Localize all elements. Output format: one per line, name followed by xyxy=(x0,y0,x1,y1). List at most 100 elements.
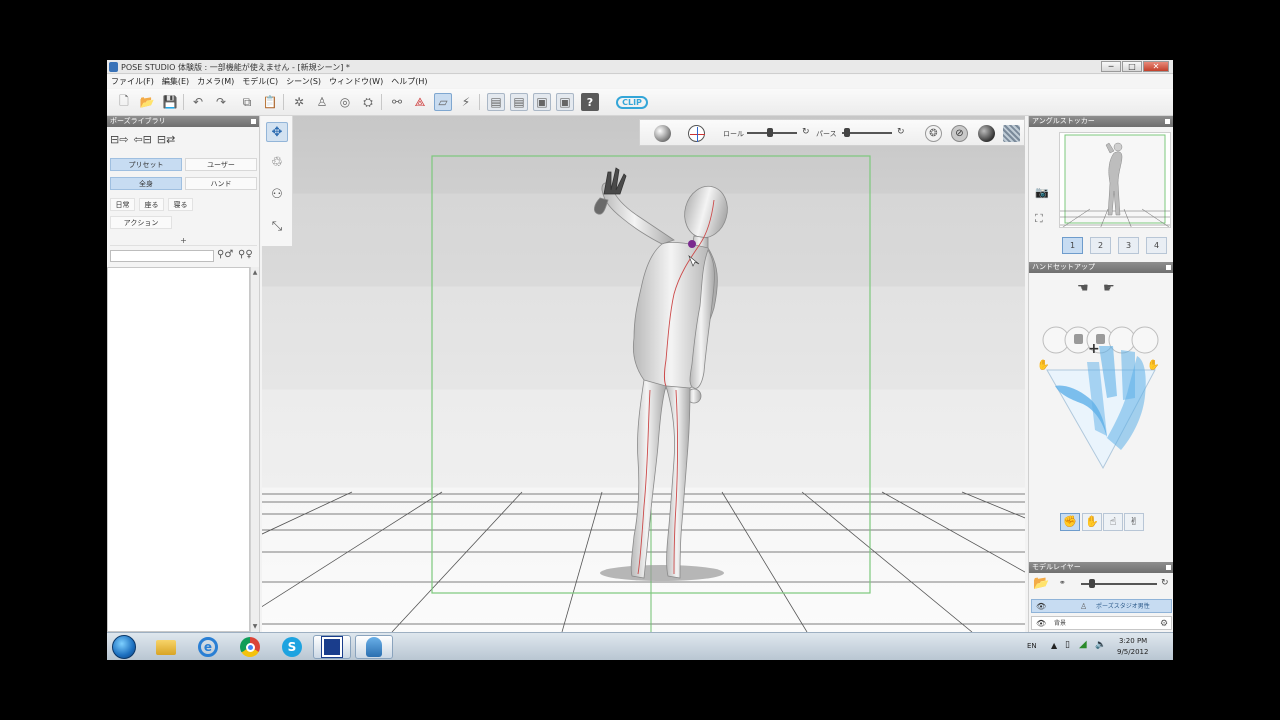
layer-row[interactable]: 👁 ♙ ポーズスタジオ男性 xyxy=(1031,599,1172,613)
layer-row[interactable]: 👁 背景 ⚙ xyxy=(1031,616,1172,630)
add-category-button[interactable]: + xyxy=(110,236,257,246)
tray-volume-icon[interactable]: 🔈 xyxy=(1095,640,1106,650)
scope-hand[interactable]: ハンド xyxy=(185,177,257,190)
copy-icon[interactable]: ⧉ xyxy=(238,93,256,111)
hand-preset-open-icon[interactable]: ✋ xyxy=(1082,513,1102,531)
link-icon[interactable]: ⚯ xyxy=(388,93,406,111)
register-pose-icon[interactable]: ⇦⊟ xyxy=(133,133,151,151)
hand-preset-fist-icon[interactable]: ✊ xyxy=(1060,513,1080,531)
pose-list[interactable] xyxy=(107,267,250,632)
tray-network-icon[interactable]: ◢ xyxy=(1079,639,1087,650)
rotate-figure-icon[interactable]: ♲ xyxy=(266,152,288,172)
panel-list-icon[interactable]: ▤ xyxy=(510,93,528,111)
tab-preset[interactable]: プリセット xyxy=(110,158,182,171)
pose-studio-task-icon[interactable] xyxy=(313,635,351,659)
angle-slot-1[interactable]: 1 xyxy=(1062,237,1083,254)
perspective-slider-knob[interactable] xyxy=(844,128,850,137)
tray-device-icon[interactable]: ▯ xyxy=(1065,640,1070,650)
input-language[interactable]: EN xyxy=(1027,642,1037,650)
close-button[interactable]: ✕ xyxy=(1143,61,1169,72)
right-hand-icon[interactable]: ☛ xyxy=(1103,281,1115,296)
shading-sphere-icon[interactable] xyxy=(654,125,671,142)
open-folder-icon[interactable]: 📂 xyxy=(138,93,156,111)
category-sit[interactable]: 座る xyxy=(139,198,164,211)
roll-slider-knob[interactable] xyxy=(766,128,773,137)
panel-pin-icon[interactable] xyxy=(1166,565,1171,570)
delete-pose-icon[interactable]: ⊟⇄ xyxy=(157,133,175,151)
tray-expand-icon[interactable]: ▲ xyxy=(1051,641,1057,650)
help-button[interactable]: ? xyxy=(581,93,599,111)
pose-search-input[interactable] xyxy=(110,250,214,262)
visibility-eye-icon[interactable]: 👁 xyxy=(1036,600,1046,614)
skype-icon[interactable]: S xyxy=(273,635,311,659)
scene-render[interactable] xyxy=(262,116,1025,632)
solid-sphere-icon[interactable] xyxy=(978,125,995,142)
file-explorer-icon[interactable] xyxy=(147,635,185,659)
start-button[interactable] xyxy=(112,635,136,659)
angle-slot-4[interactable]: 4 xyxy=(1146,237,1167,254)
move-tool-icon[interactable]: ✥ xyxy=(266,122,288,142)
wireframe-sphere-icon[interactable]: ⊘ xyxy=(951,125,968,142)
panel-export-icon[interactable]: ▣ xyxy=(556,93,574,111)
perspective-reset-icon[interactable]: ↻ xyxy=(897,127,905,137)
hand-preset-relax-icon[interactable]: ✌ xyxy=(1124,513,1144,531)
pan-tool-icon[interactable]: ⤡ xyxy=(266,216,288,236)
joint-reset-icon[interactable]: ✲ xyxy=(290,93,308,111)
layer-settings-icon[interactable]: ⚙ xyxy=(1160,617,1168,631)
panel-pin-icon[interactable] xyxy=(251,119,256,124)
minimize-button[interactable]: ─ xyxy=(1101,61,1121,72)
category-lie[interactable]: 寝る xyxy=(168,198,193,211)
menu-file[interactable]: ファイル(F) xyxy=(111,75,154,88)
save-icon[interactable]: 💾 xyxy=(161,93,179,111)
filter-female-icon[interactable]: ⚲♀ xyxy=(238,249,253,260)
left-hand-icon[interactable]: ☚ xyxy=(1077,281,1089,296)
menu-edit[interactable]: 編集(E) xyxy=(162,75,189,88)
category-daily[interactable]: 日常 xyxy=(110,198,135,211)
add-model-folder-icon[interactable]: 📂 xyxy=(1033,576,1049,591)
hand-preset-point-icon[interactable]: ☝ xyxy=(1103,513,1123,531)
visibility-eye-icon[interactable]: 👁 xyxy=(1036,617,1046,631)
panel-pin-icon[interactable] xyxy=(1166,265,1171,270)
apply-pose-icon[interactable]: ⊟⇨ xyxy=(110,133,128,151)
floor-view-icon[interactable]: ▱ xyxy=(434,93,452,111)
category-action[interactable]: アクション xyxy=(110,216,172,229)
menu-help[interactable]: ヘルプ(H) xyxy=(391,75,427,88)
chrome-icon[interactable] xyxy=(231,635,269,659)
light-icon[interactable]: ⚡ xyxy=(457,93,475,111)
clock-date[interactable]: 9/5/2012 xyxy=(1117,648,1148,656)
camera-restore-icon[interactable]: ⛶ xyxy=(1035,212,1043,226)
menu-camera[interactable]: カメラ(M) xyxy=(197,75,234,88)
panel-pin-icon[interactable] xyxy=(1165,119,1170,124)
tab-user[interactable]: ユーザー xyxy=(185,158,257,171)
paste-icon[interactable]: 📋 xyxy=(261,93,279,111)
menu-scene[interactable]: シーン(S) xyxy=(286,75,321,88)
opacity-reset-icon[interactable]: ↻ xyxy=(1161,578,1169,588)
maximize-button[interactable]: □ xyxy=(1122,61,1142,72)
panel-camera-icon[interactable]: ▣ xyxy=(533,93,551,111)
filter-male-icon[interactable]: ⚲♂ xyxy=(217,249,233,260)
pose-list-scrollbar[interactable]: ▲ ▼ xyxy=(250,267,259,632)
figure-lock-icon[interactable]: ⛭ xyxy=(359,93,377,111)
figure-app-task-icon[interactable] xyxy=(355,635,393,659)
roll-reset-icon[interactable]: ↻ xyxy=(802,127,810,137)
ground-figure-icon[interactable]: ♙ xyxy=(313,93,331,111)
hand-add-pose-button[interactable]: + xyxy=(1088,341,1100,357)
undo-icon[interactable]: ↶ xyxy=(189,93,207,111)
angle-slot-2[interactable]: 2 xyxy=(1090,237,1111,254)
angle-slot-3[interactable]: 3 xyxy=(1118,237,1139,254)
layer-opacity-knob[interactable] xyxy=(1089,579,1095,588)
clock-time[interactable]: 3:20 PM xyxy=(1119,637,1147,645)
redo-icon[interactable]: ↷ xyxy=(212,93,230,111)
camera-orbit-icon[interactable]: ⚇ xyxy=(266,184,288,204)
camera-capture-icon[interactable]: 📷 xyxy=(1035,186,1049,199)
crosshair-icon[interactable] xyxy=(688,125,705,142)
axis-icon[interactable]: ⟁ xyxy=(411,93,429,111)
hand-control-area[interactable]: ✋ ✋ xyxy=(1037,326,1167,471)
angle-thumbnail[interactable] xyxy=(1059,132,1171,228)
internet-explorer-icon[interactable]: e xyxy=(189,635,227,659)
scope-full-body[interactable]: 全身 xyxy=(110,177,182,190)
new-file-icon[interactable]: 🗋 xyxy=(115,93,133,111)
panel-left-icon[interactable]: ▤ xyxy=(487,93,505,111)
target-icon[interactable]: ◎ xyxy=(336,93,354,111)
menu-window[interactable]: ウィンドウ(W) xyxy=(329,75,383,88)
